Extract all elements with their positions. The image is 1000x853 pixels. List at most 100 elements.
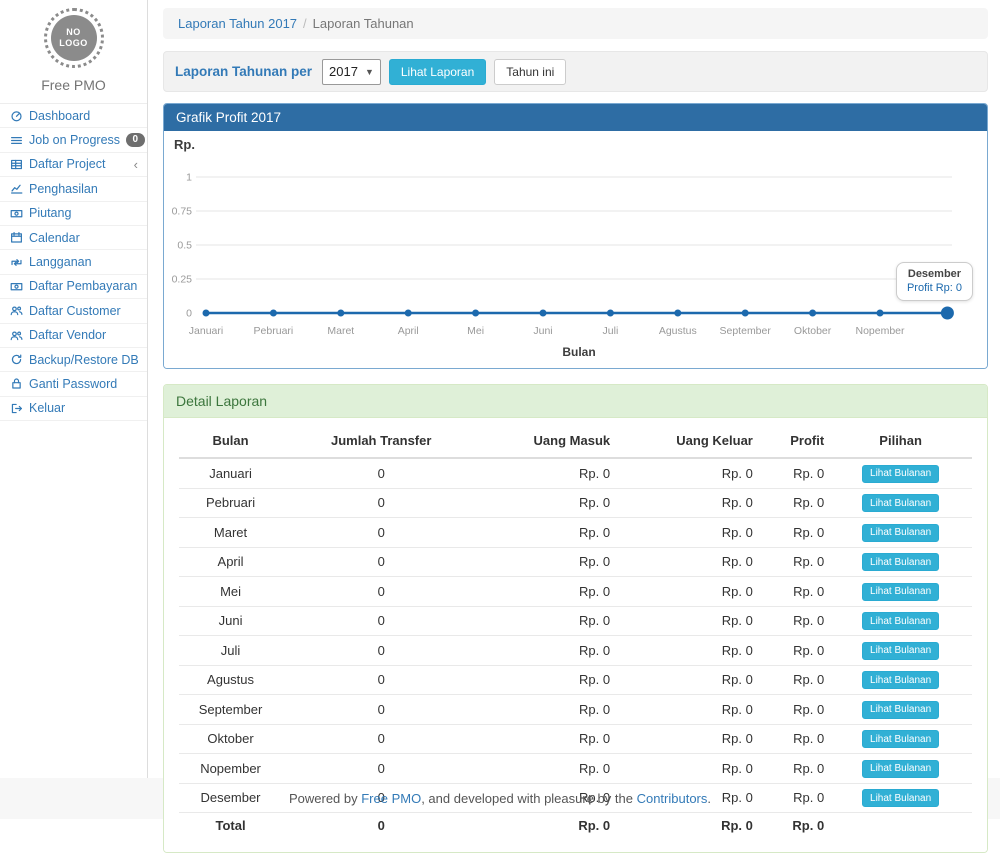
lihat-bulanan-button-nopember[interactable]: Lihat Bulanan: [862, 760, 939, 778]
data-point-juni[interactable]: [540, 310, 547, 317]
x-tick-label: Juni: [533, 325, 552, 337]
cell-keluar: Rp. 0: [615, 724, 758, 754]
cell-transfer: 0: [282, 606, 480, 636]
column-header-profit: Profit: [758, 424, 829, 458]
year-select[interactable]: 2017 ▼: [322, 59, 381, 85]
footer-text-prefix: Powered by: [289, 791, 361, 806]
sidebar-item-daftar-vendor[interactable]: Daftar Vendor: [0, 324, 147, 348]
data-point-januari[interactable]: [203, 310, 210, 317]
x-tick-label: Nopember: [855, 325, 905, 337]
job-count-badge: 0: [126, 133, 145, 147]
sidebar-item-piutang[interactable]: Piutang: [0, 202, 147, 226]
data-point-mei[interactable]: [472, 310, 479, 317]
y-tick-label: 1: [186, 172, 192, 184]
chevron-left-icon: ‹: [134, 158, 138, 171]
data-point-juli[interactable]: [607, 310, 614, 317]
lihat-bulanan-button-pebruari[interactable]: Lihat Bulanan: [862, 494, 939, 512]
cell-pilihan: Lihat Bulanan: [829, 458, 972, 488]
report-controls-label: Laporan Tahunan per: [175, 64, 312, 79]
profit-line-chart[interactable]: Rp.10.750.50.250JanuariPebruariMaretApri…: [172, 133, 981, 366]
cell-masuk: Rp. 0: [480, 547, 615, 577]
sidebar-item-backup-restore-db[interactable]: Backup/Restore DB: [0, 348, 147, 372]
footer-link-contributors[interactable]: Contributors: [637, 791, 708, 806]
y-axis-unit-label: Rp.: [174, 137, 195, 152]
chart-tooltip-month: Desember: [907, 268, 962, 280]
cell-profit: Rp. 0: [758, 724, 829, 754]
cell-transfer: 0: [282, 488, 480, 518]
cell-profit: Rp. 0: [758, 665, 829, 695]
sidebar-item-penghasilan[interactable]: Penghasilan: [0, 177, 147, 201]
lihat-bulanan-button-maret[interactable]: Lihat Bulanan: [862, 524, 939, 542]
refresh-icon: [9, 353, 23, 366]
users-icon: [9, 304, 23, 317]
y-tick-label: 0: [186, 308, 192, 320]
x-tick-label: Agustus: [659, 325, 697, 337]
profit-chart: Rp.10.750.50.250JanuariPebruariMaretApri…: [164, 131, 987, 368]
x-tick-label: September: [720, 325, 772, 337]
data-point-oktober[interactable]: [809, 310, 816, 317]
cell-pilihan: Lihat Bulanan: [829, 518, 972, 548]
sidebar-item-calendar[interactable]: Calendar: [0, 226, 147, 250]
table-row-september: September0Rp. 0Rp. 0Rp. 0Lihat Bulanan: [179, 695, 972, 725]
sidebar-item-job-on-progress[interactable]: Job on Progress0: [0, 128, 147, 152]
cell-transfer: 0: [282, 458, 480, 488]
lihat-bulanan-button-juni[interactable]: Lihat Bulanan: [862, 612, 939, 630]
cell-month: Juni: [179, 606, 282, 636]
cell-transfer: 0: [282, 695, 480, 725]
sidebar-item-keluar[interactable]: Keluar: [0, 397, 147, 421]
lihat-bulanan-button-juli[interactable]: Lihat Bulanan: [862, 642, 939, 660]
x-tick-label: Januari: [189, 325, 223, 337]
profit-chart-panel: Grafik Profit 2017 Rp.10.750.50.250Janua…: [163, 103, 988, 369]
lihat-bulanan-button-september[interactable]: Lihat Bulanan: [862, 701, 939, 719]
cell-transfer: 0: [282, 665, 480, 695]
chart-tooltip-value: Profit Rp: 0: [907, 282, 962, 294]
cell-transfer: 0: [282, 754, 480, 784]
cell-masuk: Rp. 0: [480, 724, 615, 754]
sign-out-icon: [9, 402, 23, 415]
data-point-nopember[interactable]: [877, 310, 884, 317]
cell-keluar: Rp. 0: [615, 636, 758, 666]
cell-masuk: Rp. 0: [480, 458, 615, 488]
data-point-desember[interactable]: [941, 307, 954, 320]
x-tick-label: Oktober: [794, 325, 832, 337]
cell-month: Juli: [179, 636, 282, 666]
table-row-juli: Juli0Rp. 0Rp. 0Rp. 0Lihat Bulanan: [179, 636, 972, 666]
sidebar-item-ganti-password[interactable]: Ganti Password: [0, 372, 147, 396]
table-row-pebruari: Pebruari0Rp. 0Rp. 0Rp. 0Lihat Bulanan: [179, 488, 972, 518]
data-point-april[interactable]: [405, 310, 412, 317]
cell-profit: Rp. 0: [758, 695, 829, 725]
cell-pilihan: Lihat Bulanan: [829, 606, 972, 636]
report-controls: Laporan Tahunan per 2017 ▼ Lihat Laporan…: [163, 51, 988, 92]
sidebar-item-langganan[interactable]: Langganan: [0, 250, 147, 274]
x-tick-label: April: [398, 325, 419, 337]
sidebar-item-dashboard[interactable]: Dashboard: [0, 104, 147, 128]
sidebar-item-daftar-customer[interactable]: Daftar Customer: [0, 299, 147, 323]
data-point-september[interactable]: [742, 310, 749, 317]
data-point-maret[interactable]: [337, 310, 344, 317]
sidebar-item-daftar-project[interactable]: Daftar Project‹: [0, 153, 147, 177]
footer-link-freepmo[interactable]: Free PMO: [361, 791, 421, 806]
cell-pilihan: Lihat Bulanan: [829, 783, 972, 813]
lihat-bulanan-button-desember[interactable]: Lihat Bulanan: [862, 789, 939, 807]
data-point-agustus[interactable]: [674, 310, 681, 317]
lihat-laporan-button[interactable]: Lihat Laporan: [389, 59, 486, 85]
cell-masuk: Rp. 0: [480, 636, 615, 666]
lihat-bulanan-button-mei[interactable]: Lihat Bulanan: [862, 583, 939, 601]
x-tick-label: Mei: [467, 325, 484, 337]
money-icon: [9, 207, 23, 220]
cell-pilihan: Lihat Bulanan: [829, 724, 972, 754]
lihat-bulanan-button-januari[interactable]: Lihat Bulanan: [862, 465, 939, 483]
cell-month: Maret: [179, 518, 282, 548]
cell-profit: Rp. 0: [758, 636, 829, 666]
detail-laporan-panel: Detail Laporan BulanJumlah TransferUang …: [163, 384, 988, 853]
lihat-bulanan-button-oktober[interactable]: Lihat Bulanan: [862, 730, 939, 748]
lihat-bulanan-button-april[interactable]: Lihat Bulanan: [862, 553, 939, 571]
table-row-mei: Mei0Rp. 0Rp. 0Rp. 0Lihat Bulanan: [179, 577, 972, 607]
data-point-pebruari[interactable]: [270, 310, 277, 317]
tahun-ini-button[interactable]: Tahun ini: [494, 59, 566, 85]
retweet-icon: [9, 256, 23, 269]
breadcrumb-link-laporan-tahun[interactable]: Laporan Tahun 2017: [178, 16, 297, 31]
sidebar-item-daftar-pembayaran[interactable]: Daftar Pembayaran: [0, 275, 147, 299]
cell-transfer: 0: [282, 577, 480, 607]
lihat-bulanan-button-agustus[interactable]: Lihat Bulanan: [862, 671, 939, 689]
